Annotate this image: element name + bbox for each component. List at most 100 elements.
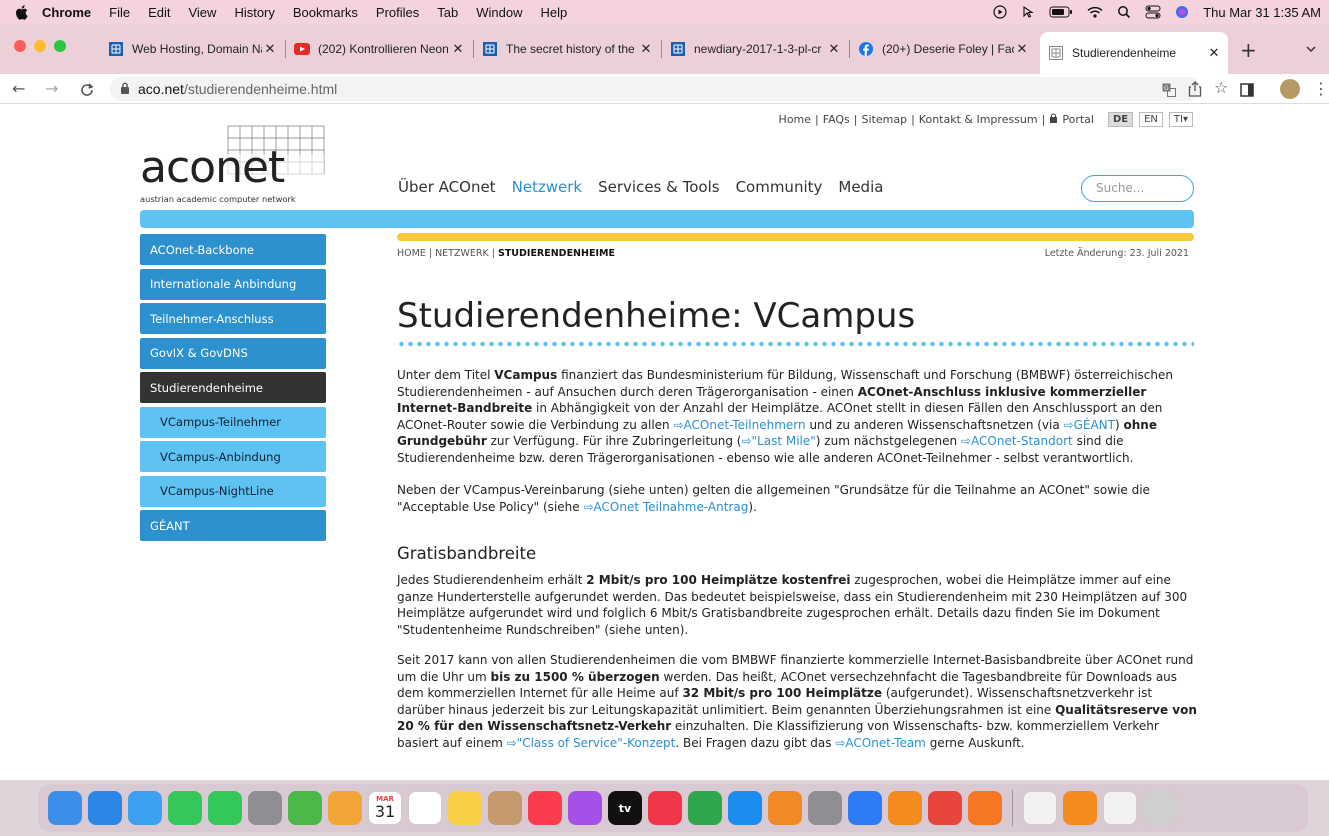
menu-tab[interactable]: Tab xyxy=(437,5,458,20)
link-geant[interactable]: ⇨GÉANT xyxy=(1064,418,1115,432)
share-icon[interactable] xyxy=(1188,81,1202,101)
browser-tab[interactable]: (20+) Deserie Foley | Fac ✕ xyxy=(850,34,1036,64)
close-tab-icon[interactable]: ✕ xyxy=(1014,41,1030,57)
link-last-mile[interactable]: ⇨"Last Mile" xyxy=(741,434,815,448)
browser-tab[interactable]: (202) Kontrollieren Neon ✕ xyxy=(286,34,472,64)
textedit-icon[interactable] xyxy=(1103,791,1137,825)
music-icon[interactable] xyxy=(528,791,562,825)
appletv-icon[interactable]: tv xyxy=(608,791,642,825)
close-tab-icon[interactable]: ✕ xyxy=(638,41,654,57)
sidebar-item-vcampus-nightline[interactable]: VCampus-NightLine xyxy=(140,475,326,507)
reload-icon[interactable] xyxy=(80,82,94,101)
mail-icon[interactable] xyxy=(128,791,162,825)
sidebar-item-internationale-anbindung[interactable]: Internationale Anbindung xyxy=(140,268,326,300)
photos-icon[interactable] xyxy=(328,791,362,825)
link-kontakt[interactable]: Kontakt & Impressum xyxy=(919,113,1038,126)
news-icon[interactable] xyxy=(648,791,682,825)
more-menu-icon[interactable]: ⋮ xyxy=(1313,79,1329,98)
sidebar-item-aconet-backbone[interactable]: ACOnet-Backbone xyxy=(140,234,326,265)
profile-avatar[interactable] xyxy=(1280,79,1300,99)
lang-en-button[interactable]: EN xyxy=(1139,112,1163,127)
browser-tab[interactable]: newdiary-2017-1-3-pl-cr ✕ xyxy=(662,34,848,64)
sidebar-item-geant[interactable]: GÉANT xyxy=(140,510,326,541)
finder-icon[interactable] xyxy=(48,791,82,825)
back-icon[interactable]: ← xyxy=(12,79,25,98)
link-aconet-standort[interactable]: ⇨ACOnet-Standort xyxy=(961,434,1073,448)
lock-icon[interactable] xyxy=(120,81,130,97)
nav-media[interactable]: Media xyxy=(838,178,883,196)
notes-icon[interactable] xyxy=(448,791,482,825)
browser-tab[interactable]: The secret history of the ✕ xyxy=(474,34,660,64)
maps-icon[interactable] xyxy=(288,791,322,825)
numbers-icon[interactable] xyxy=(688,791,722,825)
contacts-icon[interactable] xyxy=(488,791,522,825)
books-icon[interactable] xyxy=(1063,791,1097,825)
link-sitemap[interactable]: Sitemap xyxy=(862,113,908,126)
podcasts-icon[interactable] xyxy=(568,791,602,825)
nav-uber-aconet[interactable]: Über ACOnet xyxy=(398,178,496,196)
menu-app-name[interactable]: Chrome xyxy=(42,5,91,20)
link-home[interactable]: Home xyxy=(779,113,811,126)
firefox-icon[interactable] xyxy=(968,791,1002,825)
safari-icon[interactable] xyxy=(88,791,122,825)
link-aconet-teilnehmern[interactable]: ⇨ACOnet-Teilnehmern xyxy=(673,418,805,432)
pages-icon[interactable] xyxy=(768,791,802,825)
tab-search-icon[interactable] xyxy=(1305,40,1317,59)
sidebar-item-vcampus-teilnehmer[interactable]: VCampus-Teilnehmer xyxy=(140,406,326,438)
maximize-window-button[interactable] xyxy=(54,40,66,52)
sidebar-item-vcampus-anbindung[interactable]: VCampus-Anbindung xyxy=(140,441,326,472)
sidebar-item-studierendenheime[interactable]: Studierendenheime xyxy=(140,372,326,403)
menu-clock[interactable]: Thu Mar 31 1:35 AM xyxy=(1203,5,1321,20)
link-faqs[interactable]: FAQs xyxy=(823,113,850,126)
side-panel-icon[interactable] xyxy=(1240,82,1254,101)
play-icon[interactable] xyxy=(993,5,1007,19)
forward-icon[interactable]: → xyxy=(45,79,58,98)
keynote-icon[interactable] xyxy=(848,791,882,825)
menu-view[interactable]: View xyxy=(188,5,216,20)
battery-icon[interactable] xyxy=(1049,6,1073,18)
vlc-icon[interactable] xyxy=(888,791,922,825)
aconet-logo[interactable]: aconet austrian academic computer networ… xyxy=(140,124,330,209)
menu-file[interactable]: File xyxy=(109,5,130,20)
browser-tab[interactable]: Web Hosting, Domain Na ✕ xyxy=(100,34,284,64)
calendar-icon[interactable]: MAR 31 xyxy=(368,791,402,825)
menu-profiles[interactable]: Profiles xyxy=(376,5,419,20)
nav-community[interactable]: Community xyxy=(736,178,823,196)
close-tab-icon[interactable]: ✕ xyxy=(262,41,278,57)
close-window-button[interactable] xyxy=(14,40,26,52)
launchpad-icon[interactable] xyxy=(248,791,282,825)
cursor-icon[interactable] xyxy=(1021,5,1035,19)
sidebar-item-teilnehmer-anschluss[interactable]: Teilnehmer-Anschluss xyxy=(140,303,326,334)
font-size-toggle[interactable]: TI▾ xyxy=(1168,112,1193,127)
lang-de-button[interactable]: DE xyxy=(1107,112,1134,127)
apple-icon[interactable] xyxy=(14,4,28,20)
browser-tab-active[interactable]: Studierendenheime ✕ xyxy=(1040,32,1228,74)
close-tab-icon[interactable]: ✕ xyxy=(450,41,466,57)
menu-help[interactable]: Help xyxy=(541,5,568,20)
document-icon[interactable] xyxy=(1023,791,1057,825)
wifi-icon[interactable] xyxy=(1087,6,1103,18)
messages-icon[interactable] xyxy=(208,791,242,825)
close-tab-icon[interactable]: ✕ xyxy=(1206,45,1222,61)
close-tab-icon[interactable]: ✕ xyxy=(826,41,842,57)
link-teilnahme-antrag[interactable]: ⇨ACOnet Teilnahme-Antrag xyxy=(583,500,748,514)
spotlight-search-icon[interactable] xyxy=(1117,5,1131,19)
control-center-icon[interactable] xyxy=(1145,5,1161,19)
new-tab-button[interactable]: + xyxy=(1240,38,1257,62)
link-class-of-service[interactable]: ⇨"Class of Service"-Konzept xyxy=(507,736,676,750)
breadcrumb-netzwerk[interactable]: NETZWERK xyxy=(435,248,489,259)
search-input[interactable]: Suche... xyxy=(1081,175,1194,202)
breadcrumb-home[interactable]: HOME xyxy=(397,248,426,259)
reminders-icon[interactable] xyxy=(408,791,442,825)
nav-services-tools[interactable]: Services & Tools xyxy=(598,178,719,196)
translate-icon[interactable]: G xyxy=(1162,82,1176,101)
menu-history[interactable]: History xyxy=(234,5,274,20)
nav-netzwerk[interactable]: Netzwerk xyxy=(512,178,583,196)
system-preferences-icon[interactable] xyxy=(808,791,842,825)
bookmark-star-icon[interactable]: ☆ xyxy=(1214,78,1228,97)
siri-icon[interactable] xyxy=(1175,5,1189,19)
menu-edit[interactable]: Edit xyxy=(148,5,170,20)
trash-icon[interactable] xyxy=(1143,791,1177,825)
menu-window[interactable]: Window xyxy=(476,5,522,20)
link-aconet-team[interactable]: ⇨ACOnet-Team xyxy=(835,736,926,750)
